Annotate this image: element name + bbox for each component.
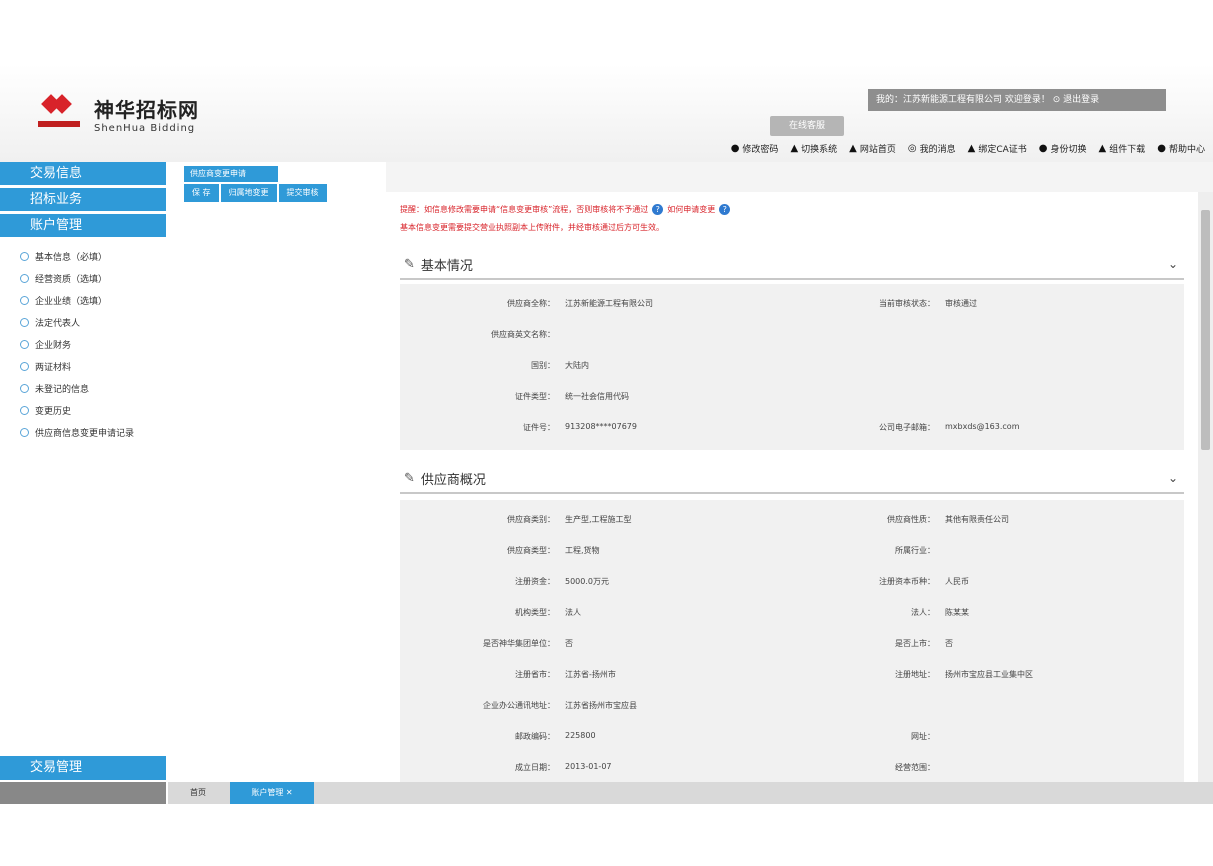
- sidebar-tree: 基本信息（必填） 经营资质（选填） 企业业绩（选填） 法定代表人 企业财务 两证…: [0, 245, 168, 443]
- sidebar-section-bidding[interactable]: 招标业务: [0, 188, 166, 211]
- question-icon[interactable]: ?: [719, 204, 731, 215]
- sidebar-item-change-records[interactable]: 供应商信息变更申请记录: [0, 421, 168, 443]
- save-button[interactable]: 保 存: [184, 184, 219, 202]
- section-basic-header[interactable]: ✎ 基本情况 ⌄: [400, 250, 1184, 280]
- nav-change-password[interactable]: ● 修改密码: [731, 142, 779, 155]
- chevron-down-icon[interactable]: ⌄: [1168, 257, 1178, 271]
- circle-icon: [20, 339, 29, 349]
- scrollbar-thumb[interactable]: [1201, 210, 1210, 450]
- main-content: 提醒：如信息修改需要申请“信息变更审核”流程，否则审核将不予通过 ? 如何申请变…: [386, 192, 1198, 782]
- tab-supplier-change[interactable]: 供应商变更申请: [184, 166, 278, 182]
- user-info-bar[interactable]: 我的：江苏新能源工程有限公司 欢迎登录！ ⊙ 退出登录: [868, 89, 1166, 111]
- nav-bind-ca[interactable]: ▲ 绑定CA证书: [968, 142, 1027, 155]
- nav-switch-system[interactable]: ▲ 切换系统: [790, 142, 837, 155]
- dot-icon: ●: [730, 143, 740, 154]
- sidebar: 交易信息 招标业务 账户管理 基本信息（必填） 经营资质（选填） 企业业绩（选填…: [0, 162, 168, 804]
- sub-toolbar: 保 存 归属地变更 提交审核: [184, 184, 327, 202]
- circle-icon: [20, 273, 29, 283]
- sidebar-section-account[interactable]: 账户管理: [0, 214, 166, 237]
- tab-account-manage[interactable]: 账户管理 ✕: [230, 782, 314, 804]
- top-nav: ● 修改密码 ▲ 切换系统 ▲ 网站首页 ◎ 我的消息 ▲ 绑定CA证书 ● 身份切换 ▲ 组…: [731, 142, 1205, 155]
- nav-download[interactable]: ▲ 组件下载: [1099, 142, 1146, 155]
- sidebar-item-performance[interactable]: 企业业绩（选填）: [0, 289, 168, 311]
- section-basic-panel: 供应商全称： 江苏新能源工程有限公司 当前审核状态： 审核通过 供应商英文名称：…: [400, 284, 1184, 450]
- home-icon: ▲: [849, 143, 857, 154]
- nav-help-center[interactable]: ● 帮助中心: [1157, 142, 1205, 155]
- section-icon: ✎: [404, 470, 415, 486]
- warning-icon: ▲: [1098, 143, 1107, 154]
- sidebar-section-trade-info[interactable]: 交易信息: [0, 162, 166, 185]
- bottom-tab-bar: 首页 账户管理 ✕: [168, 782, 1213, 804]
- dot-icon: ●: [1038, 143, 1048, 154]
- header: 神华招标网 ShenHua Bidding 我的：江苏新能源工程有限公司 欢迎登…: [0, 64, 1213, 162]
- logo-title: 神华招标网: [94, 98, 199, 122]
- section-basic-title: 基本情况: [420, 258, 473, 274]
- online-service-button[interactable]: 在线客服: [770, 116, 844, 136]
- nav-switch-identity[interactable]: ● 身份切换: [1039, 142, 1087, 155]
- tab-home[interactable]: 首页: [184, 782, 212, 804]
- message-icon: ◎: [907, 143, 917, 154]
- sidebar-section-trade-manage[interactable]: 交易管理: [0, 756, 166, 780]
- circle-icon: [20, 427, 29, 437]
- circle-icon: [20, 317, 29, 327]
- circle-icon: [20, 361, 29, 371]
- submit-review-button[interactable]: 提交审核: [278, 184, 327, 202]
- region-change-button[interactable]: 归属地变更: [220, 184, 277, 202]
- nav-site-home[interactable]: ▲ 网站首页: [849, 142, 896, 155]
- section-icon: ✎: [404, 256, 415, 272]
- sidebar-item-finance[interactable]: 企业财务: [0, 333, 168, 355]
- logo-icon: [38, 94, 80, 133]
- sidebar-item-qualification[interactable]: 经营资质（选填）: [0, 267, 168, 289]
- section-supplier-header[interactable]: ✎ 供应商概况 ⌄: [400, 464, 1184, 494]
- sidebar-item-certificates[interactable]: 两证材料: [0, 355, 168, 377]
- notice-line-1: 提醒：如信息修改需要申请“信息变更审核”流程，否则审核将不予通过 ? 如何申请变…: [400, 204, 731, 215]
- logo[interactable]: 神华招标网 ShenHua Bidding: [38, 94, 199, 134]
- sidebar-footer: [0, 782, 166, 804]
- app-frame: 神华招标网 ShenHua Bidding 我的：江苏新能源工程有限公司 欢迎登…: [0, 64, 1213, 804]
- sidebar-item-unregistered[interactable]: 未登记的信息: [0, 377, 168, 399]
- sub-panel: 供应商变更申请 保 存 归属地变更 提交审核: [168, 162, 386, 782]
- sidebar-item-legal-rep[interactable]: 法定代表人: [0, 311, 168, 333]
- circle-icon: [20, 405, 29, 415]
- sidebar-item-history[interactable]: 变更历史: [0, 399, 168, 421]
- home-icon: ▲: [790, 143, 799, 154]
- section-supplier-title: 供应商概况: [420, 472, 486, 488]
- logo-subtitle: ShenHua Bidding: [94, 123, 196, 134]
- vertical-scrollbar[interactable]: [1198, 192, 1213, 782]
- sidebar-item-basic-info[interactable]: 基本信息（必填）: [0, 245, 168, 267]
- circle-icon: [20, 251, 29, 261]
- section-supplier-panel: 供应商类别： 生产型,工程施工型 供应商性质： 其他有限责任公司 供应商类型： 工程,…: [400, 500, 1184, 782]
- circle-icon: [20, 383, 29, 393]
- notice-line-2: 基本信息变更需要提交营业执照副本上传附件，并经审核通过后方可生效。: [400, 223, 664, 232]
- help-link[interactable]: 如何申请变更: [667, 204, 715, 215]
- nav-my-messages[interactable]: ◎ 我的消息: [908, 142, 956, 155]
- question-icon[interactable]: ?: [652, 204, 664, 215]
- user-icon: ▲: [967, 143, 976, 154]
- chevron-down-icon[interactable]: ⌄: [1168, 471, 1178, 485]
- help-icon: ●: [1157, 143, 1166, 154]
- circle-icon: [20, 295, 29, 305]
